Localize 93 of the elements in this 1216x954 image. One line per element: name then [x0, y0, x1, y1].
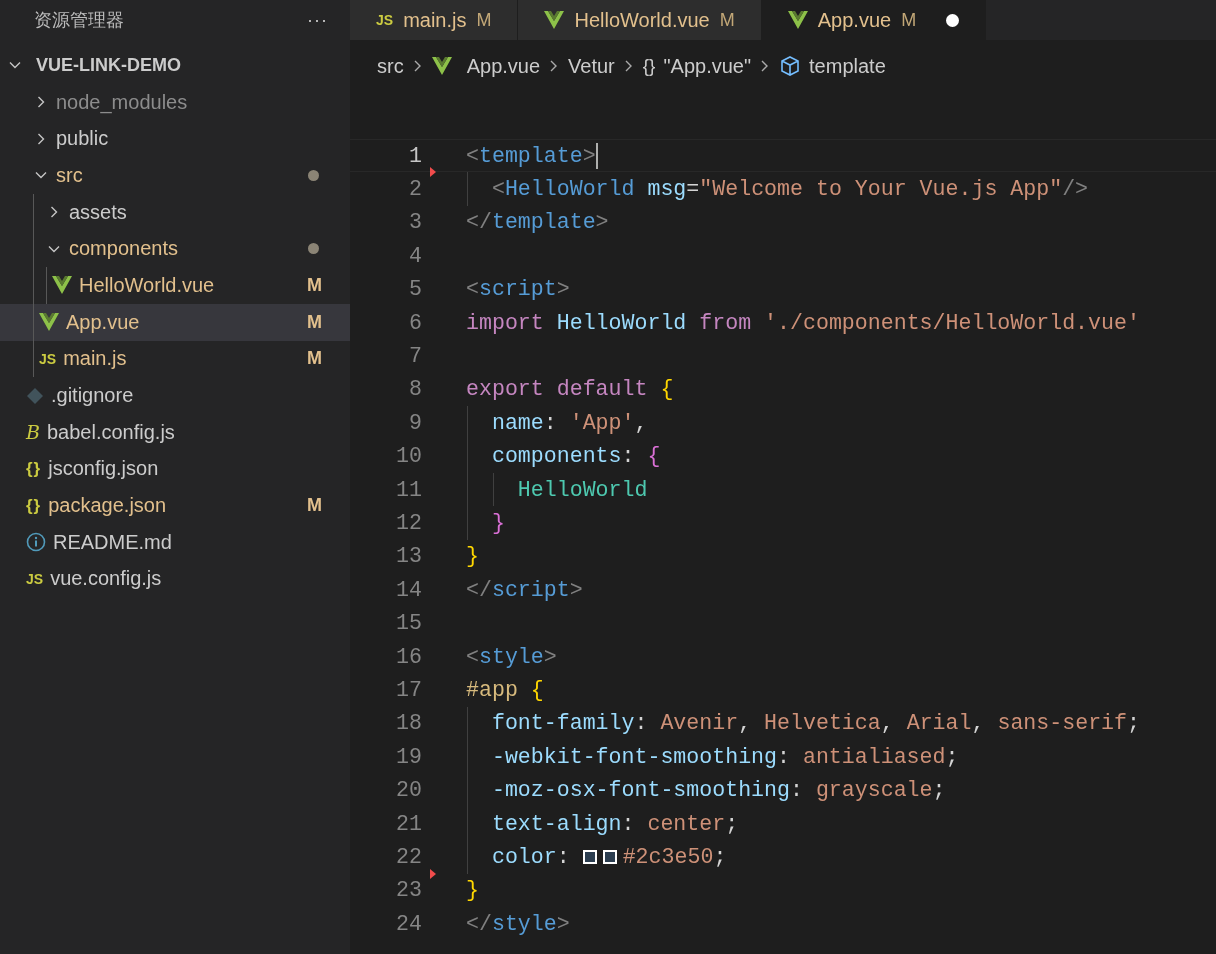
line-number: 5 — [408, 277, 422, 302]
file-tree-item[interactable]: JS main.js M — [0, 340, 350, 378]
line-number: 16 — [395, 644, 422, 669]
code-line: text-align: center; — [466, 806, 739, 841]
js-icon: JS — [26, 570, 44, 587]
text-cursor — [595, 142, 598, 169]
line-number: 14 — [395, 577, 422, 602]
vue-logo-icon — [431, 57, 452, 75]
line-number: 6 — [408, 310, 422, 335]
line-number: 12 — [395, 511, 422, 535]
file-tree-item[interactable]: src — [0, 157, 350, 194]
line-number: 17 — [395, 677, 422, 702]
file-tree-item[interactable]: public — [0, 120, 350, 158]
breadcrumb-item[interactable]: src — [377, 54, 404, 78]
b-letter-icon: B — [26, 421, 40, 444]
line-number: 11 — [395, 477, 422, 502]
braces-icon: {} — [26, 495, 42, 516]
deleted-lines-marker[interactable] — [430, 167, 436, 178]
breadcrumb-item[interactable]: Vetur — [568, 54, 615, 78]
code-line: -moz-osx-font-smoothing: grayscale; — [466, 773, 946, 807]
line-number: 13 — [395, 544, 422, 569]
unsaved-dot[interactable] — [946, 13, 960, 27]
code-line: <template> — [466, 141, 598, 171]
code-line: #app { — [466, 676, 544, 704]
code-line: -webkit-font-smoothing: antialiased; — [466, 740, 959, 774]
line-number: 10 — [395, 444, 422, 469]
color-swatch[interactable] — [602, 849, 617, 864]
color-swatch[interactable] — [582, 849, 597, 864]
code-line: import HelloWorld from './components/HelloWorld.vue' — [466, 309, 1140, 337]
file-tree-item[interactable]: .gitignore — [0, 377, 350, 414]
code-line: </template> — [466, 209, 609, 237]
editor-tab[interactable]: JS main.js M — [350, 0, 519, 40]
breadcrumb-item[interactable]: "App.vue" — [663, 54, 752, 78]
file-tree-item[interactable]: B babel.config.js — [0, 413, 350, 451]
line-number: 4 — [408, 243, 422, 268]
code-line: name: 'App', — [466, 406, 648, 440]
line-number: 21 — [395, 811, 422, 836]
file-tree-item[interactable]: JS vue.config.js — [0, 560, 350, 598]
code-line: font-family: Avenir, Helvetica, Arial, sans-serif; — [466, 706, 1140, 741]
code-line: } — [466, 506, 505, 540]
braces-icon: {} — [642, 55, 656, 77]
explorer-title: 资源管理器 — [34, 9, 124, 32]
diamond-icon — [26, 386, 44, 405]
vue-logo-icon — [787, 11, 808, 29]
line-number: 8 — [408, 377, 422, 402]
code-line: components: { — [466, 439, 661, 473]
line-number: 9 — [408, 410, 422, 435]
code-line: } — [466, 543, 479, 571]
breadcrumb-item[interactable]: template — [809, 54, 886, 78]
file-tree-item[interactable]: node_modules — [0, 83, 350, 121]
code-line: <style> — [466, 643, 557, 671]
file-tree-item[interactable]: components — [0, 230, 350, 268]
change-dot — [308, 169, 319, 181]
code-line: HelloWorld — [466, 472, 648, 507]
line-number: 2 — [408, 177, 422, 202]
code-line: } — [466, 877, 479, 905]
line-number: 19 — [395, 744, 422, 769]
code-line: <HelloWorld msg="Welcome to Your Vue.js App"/> — [466, 172, 1089, 206]
file-tree-item[interactable]: HelloWorld.vue M — [0, 267, 350, 304]
breadcrumb-item[interactable]: App.vue — [466, 54, 541, 78]
line-number: 15 — [395, 611, 422, 636]
line-number: 23 — [395, 878, 422, 903]
code-line: export default { — [466, 376, 674, 404]
js-icon: JS — [376, 12, 394, 28]
file-tree-item[interactable]: {} jsconfig.json — [0, 450, 350, 488]
line-number: 7 — [408, 344, 422, 369]
cube-icon — [779, 55, 802, 77]
info-icon — [26, 532, 46, 553]
file-tree-item[interactable]: assets — [0, 193, 350, 231]
braces-icon: {} — [26, 458, 42, 479]
vue-logo-icon — [52, 276, 72, 295]
change-dot — [308, 243, 319, 255]
project-root-item[interactable]: VUE-LINK-DEMO — [0, 47, 350, 84]
file-tree-item[interactable]: App.vue M — [0, 303, 350, 341]
code-line: color: #2c3e50; — [466, 840, 727, 874]
line-number: 3 — [408, 210, 422, 235]
line-number: 22 — [395, 844, 422, 869]
vue-logo-icon — [39, 313, 59, 332]
vue-logo-icon — [544, 11, 565, 29]
editor-tab[interactable]: HelloWorld.vue M — [518, 0, 762, 40]
js-icon: JS — [39, 350, 57, 367]
line-number: 24 — [395, 911, 422, 936]
file-tree-item[interactable]: {} package.json M — [0, 487, 350, 524]
editor-tab[interactable]: App.vue M — [761, 0, 987, 40]
line-number: 18 — [395, 711, 422, 736]
more-actions-button[interactable]: ··· — [307, 9, 328, 31]
code-line: </style> — [466, 910, 570, 938]
file-tree-item[interactable]: README.md — [0, 523, 350, 561]
line-number: 1 — [408, 143, 422, 168]
code-line: </script> — [466, 576, 583, 604]
deleted-lines-marker[interactable] — [430, 868, 436, 879]
code-line: <script> — [466, 276, 570, 304]
line-number: 20 — [395, 778, 422, 803]
